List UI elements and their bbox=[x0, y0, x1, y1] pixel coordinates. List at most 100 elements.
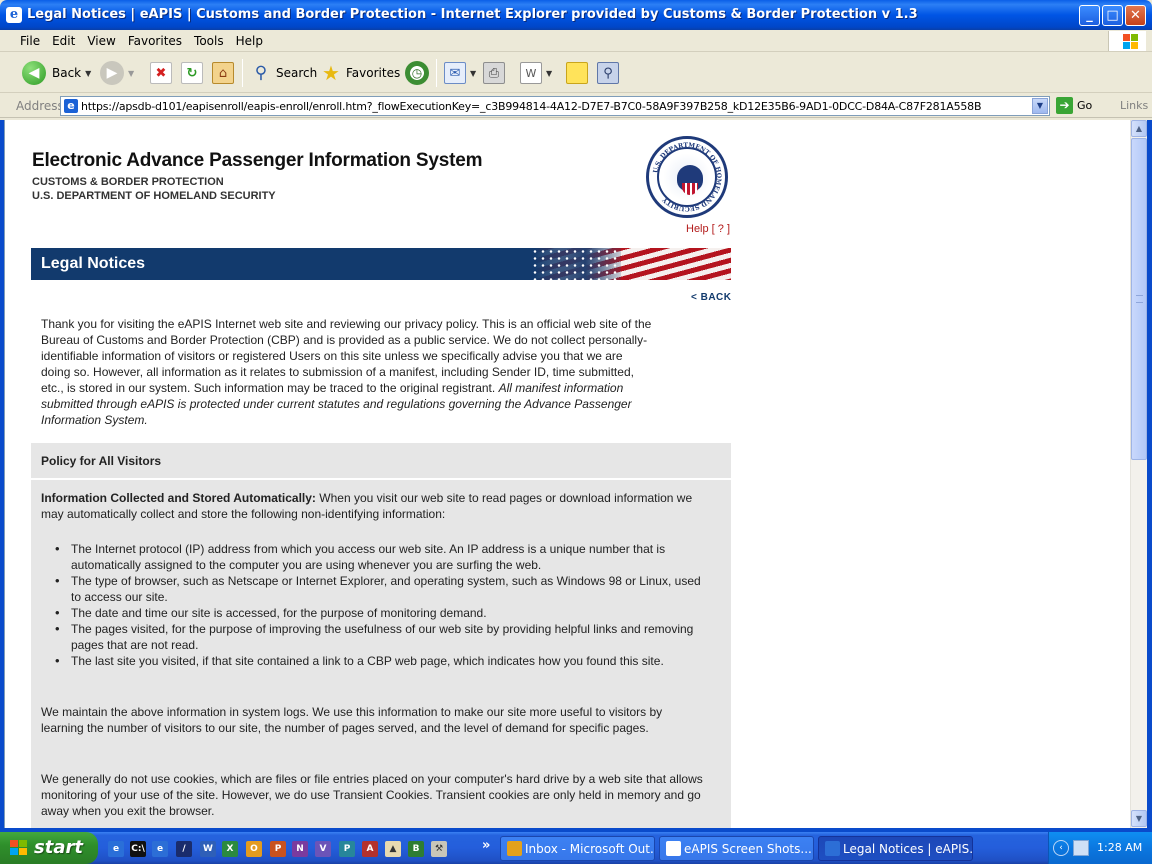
page-header: Electronic Advance Passenger Information… bbox=[32, 150, 482, 203]
clock: 1:28 AM bbox=[1097, 841, 1143, 854]
quicklaunch-access-icon[interactable]: A bbox=[362, 841, 378, 857]
quicklaunch-onenote-icon[interactable]: N bbox=[292, 841, 308, 857]
go-button[interactable]: ➔ Go bbox=[1056, 97, 1092, 114]
address-input[interactable]: e https://apsdb-d101/eapisenroll/eapis-e… bbox=[60, 96, 1050, 116]
scroll-down-icon[interactable]: ▼ bbox=[1131, 810, 1147, 827]
mail-icon: ✉ bbox=[444, 62, 466, 84]
quicklaunch-pen-icon[interactable]: / bbox=[176, 841, 192, 857]
quicklaunch-book-icon[interactable]: B bbox=[408, 841, 424, 857]
quicklaunch-folder-icon[interactable]: ▲ bbox=[385, 841, 401, 857]
flag-stars-image bbox=[531, 248, 621, 280]
network-icon[interactable] bbox=[1073, 840, 1089, 856]
quicklaunch-cmd-icon[interactable]: C:\ bbox=[130, 841, 146, 857]
toolbar-separator bbox=[242, 59, 243, 87]
menu-tools[interactable]: Tools bbox=[188, 30, 230, 52]
start-button[interactable]: start bbox=[0, 832, 98, 864]
research-button[interactable]: ⚲ bbox=[597, 59, 619, 87]
quicklaunch-tools-icon[interactable]: ⚒ bbox=[431, 841, 447, 857]
menu-edit[interactable]: Edit bbox=[46, 30, 81, 52]
search-label: Search bbox=[276, 66, 318, 80]
dhs-seal-logo: U.S. DEPARTMENT OF HOMELAND SECURITY bbox=[646, 136, 728, 218]
quicklaunch-excel-icon[interactable]: X bbox=[222, 841, 238, 857]
print-icon: ⎙ bbox=[483, 62, 505, 84]
search-button[interactable]: ⚲ Search bbox=[250, 59, 317, 87]
menu-view[interactable]: View bbox=[81, 30, 121, 52]
page-title: Legal Notices bbox=[41, 255, 146, 272]
stop-button[interactable]: ✖ bbox=[150, 59, 172, 87]
agency-line: CUSTOMS & BORDER PROTECTION bbox=[32, 176, 224, 188]
scroll-up-icon[interactable]: ▲ bbox=[1131, 120, 1147, 137]
menu-file[interactable]: File bbox=[14, 30, 46, 52]
help-link[interactable]: Help [ ? ] bbox=[686, 223, 730, 235]
quicklaunch-word-icon[interactable]: W bbox=[200, 841, 216, 857]
task-legal-notices[interactable]: Legal Notices | eAPIS... bbox=[818, 836, 973, 861]
quicklaunch-publisher-icon[interactable]: P bbox=[339, 841, 355, 857]
quicklaunch-visio-icon[interactable]: V bbox=[315, 841, 331, 857]
task-label: Inbox - Microsoft Out... bbox=[525, 842, 655, 856]
back-button[interactable]: ◀ Back ▼ bbox=[22, 59, 91, 87]
task-outlook[interactable]: Inbox - Microsoft Out... bbox=[500, 836, 655, 861]
system-logs-paragraph: We maintain the above information in sys… bbox=[41, 705, 663, 735]
address-url[interactable]: https://apsdb-d101/eapisenroll/eapis-enr… bbox=[81, 100, 982, 113]
intro-paragraph: Thank you for visiting the eAPIS Interne… bbox=[41, 316, 653, 428]
close-button[interactable]: ✕ bbox=[1125, 5, 1146, 26]
home-button[interactable]: ⌂ bbox=[212, 59, 234, 87]
discuss-button[interactable] bbox=[566, 59, 588, 87]
ie-app-icon[interactable]: e bbox=[6, 7, 22, 23]
menu-favorites[interactable]: Favorites bbox=[122, 30, 188, 52]
print-button[interactable]: ⎙ bbox=[483, 59, 505, 87]
address-dropdown-icon[interactable]: ▼ bbox=[1032, 98, 1048, 114]
address-label: Address bbox=[16, 99, 64, 113]
scroll-thumb[interactable] bbox=[1131, 138, 1147, 460]
mail-dropdown-icon[interactable]: ▼ bbox=[470, 69, 476, 78]
task-word-doc[interactable]: eAPIS Screen Shots.... bbox=[659, 836, 814, 861]
minimize-button[interactable]: _ bbox=[1079, 5, 1100, 26]
maximize-button[interactable]: □ bbox=[1102, 5, 1123, 26]
auto-collection-paragraph: Information Collected and Stored Automat… bbox=[41, 490, 703, 522]
edit-dropdown-icon[interactable]: ▼ bbox=[546, 69, 552, 78]
home-icon: ⌂ bbox=[212, 62, 234, 84]
history-button[interactable]: ◷ bbox=[405, 59, 429, 87]
word-edit-icon: W bbox=[520, 62, 542, 84]
department-line: U.S. DEPARTMENT OF HOMELAND SECURITY bbox=[32, 190, 276, 202]
scroll-grip-icon bbox=[1136, 295, 1143, 303]
taskbar: start e C:\ e / W X O P N V P A ▲ B ⚒ » … bbox=[0, 832, 1152, 864]
mail-button[interactable]: ✉ ▼ bbox=[444, 59, 476, 87]
task-label: Legal Notices | eAPIS... bbox=[843, 842, 973, 856]
go-label: Go bbox=[1077, 99, 1093, 112]
collected-info-list: The Internet protocol (IP) address from … bbox=[31, 541, 701, 669]
browser-viewport: Electronic Advance Passenger Information… bbox=[4, 120, 1130, 828]
quicklaunch-overflow-icon[interactable]: » bbox=[482, 838, 490, 853]
quicklaunch-powerpoint-icon[interactable]: P bbox=[270, 841, 286, 857]
outlook-icon bbox=[507, 841, 522, 856]
system-title: Electronic Advance Passenger Information… bbox=[32, 150, 483, 171]
address-bar: Address e https://apsdb-d101/eapisenroll… bbox=[0, 94, 1152, 118]
back-dropdown-icon[interactable]: ▼ bbox=[85, 69, 91, 78]
research-icon: ⚲ bbox=[597, 62, 619, 84]
refresh-button[interactable]: ↻ bbox=[181, 59, 203, 87]
policy-section-body: Information Collected and Stored Automat… bbox=[31, 480, 731, 828]
title-bar[interactable]: e Legal Notices | eAPIS | Customs and Bo… bbox=[0, 0, 1152, 30]
windows-logo-icon bbox=[1108, 31, 1146, 51]
policy-section-header: Policy for All Visitors bbox=[31, 443, 731, 479]
vertical-scrollbar[interactable]: ▲ ▼ bbox=[1130, 120, 1147, 828]
back-link[interactable]: < BACK bbox=[691, 292, 732, 303]
svg-text:U.S. DEPARTMENT OF HOMELAND SE: U.S. DEPARTMENT OF HOMELAND SECURITY bbox=[652, 142, 722, 212]
toolbar-separator bbox=[436, 59, 437, 87]
forward-button[interactable]: ▶ ▼ bbox=[100, 59, 134, 87]
list-item: The last site you visited, if that site … bbox=[31, 653, 703, 669]
quicklaunch-outlook-icon[interactable]: O bbox=[246, 841, 262, 857]
edit-button[interactable]: W ▼ bbox=[520, 59, 552, 87]
links-button[interactable]: Links bbox=[1120, 99, 1148, 112]
quicklaunch-ie-icon[interactable]: e bbox=[108, 841, 124, 857]
policy-heading: Policy for All Visitors bbox=[41, 454, 162, 468]
quicklaunch-browser-icon[interactable]: e bbox=[152, 841, 168, 857]
window-title: Legal Notices | eAPIS | Customs and Bord… bbox=[27, 7, 918, 22]
tray-expand-icon[interactable]: ‹ bbox=[1053, 840, 1069, 856]
menu-help[interactable]: Help bbox=[230, 30, 269, 52]
favorites-button[interactable]: ★ Favorites bbox=[320, 59, 400, 87]
list-item: The pages visited, for the purpose of im… bbox=[31, 621, 703, 653]
forward-dropdown-icon[interactable]: ▼ bbox=[128, 69, 134, 78]
menu-bar: File Edit View Favorites Tools Help bbox=[0, 30, 1152, 52]
list-item: The type of browser, such as Netscape or… bbox=[31, 573, 703, 605]
